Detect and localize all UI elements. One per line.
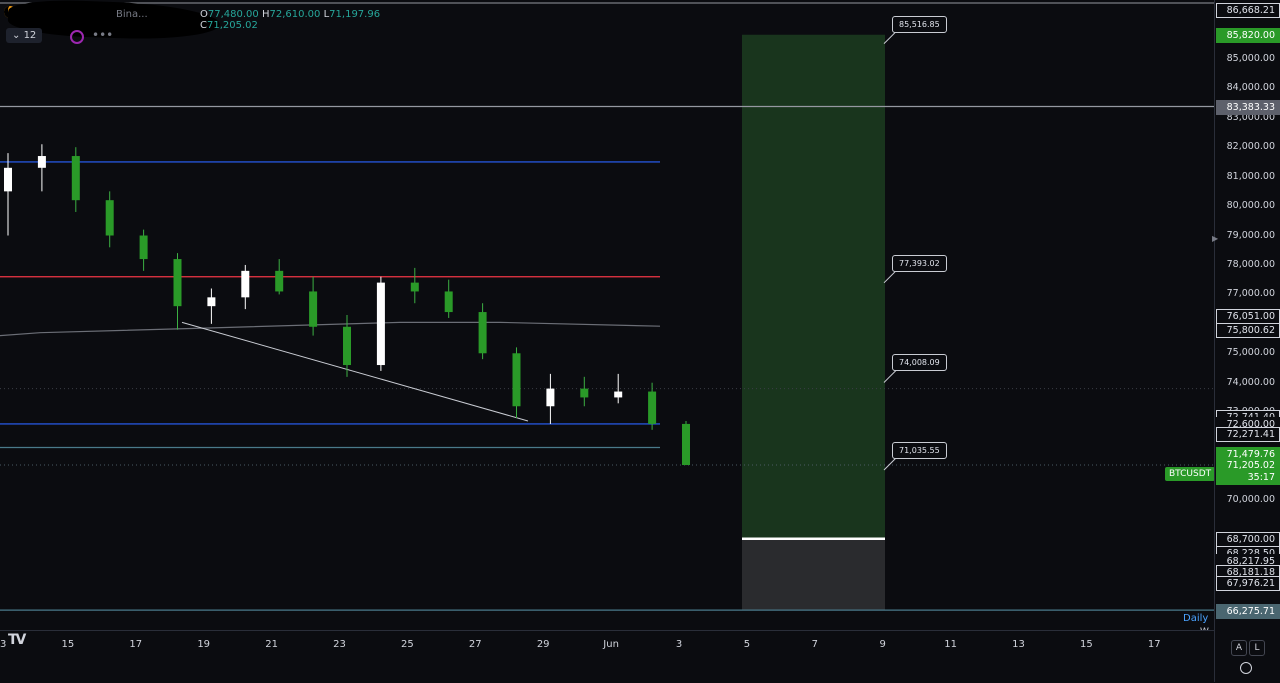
candle-body-16 [546,388,555,407]
candle-body-1 [37,156,46,168]
tradingview-logo-icon[interactable]: TV [8,632,26,648]
price-axis[interactable]: 70,000.0073,000.0074,000.0075,000.0077,0… [1214,0,1280,682]
moving-average-line [0,321,661,337]
price-axis-badge: 85,820.00 [1216,28,1280,44]
date-tick-label: 17 [129,639,143,650]
date-tick-label: 23 [333,639,346,650]
low-value: 71,197.96 [329,9,381,20]
candle-body-18 [614,391,623,398]
sync-icon[interactable] [70,30,84,44]
price-tick-label: 82,000.00 [1226,141,1275,153]
price-axis-badge: 75,800.62 [1216,323,1280,339]
candle-body-3 [105,200,114,236]
axis-collapse-icon[interactable]: ▶ [1212,234,1218,243]
price-callout: 77,393.02 [892,254,947,272]
date-tick-label: 9 [879,639,886,650]
candle-body-19 [648,391,657,424]
log-scale-button[interactable]: L [1249,640,1265,656]
candle-body-9 [309,291,318,327]
date-tick-label: 15 [1080,639,1093,650]
ohlc-values: O77,480.00 H72,610.00 L71,197.96 C71,205… [200,9,440,31]
candle-body-6 [207,297,216,307]
price-axis-badge: 68,700.00 [1216,532,1280,548]
price-axis-badge: 83,383.33 [1216,99,1280,115]
candle-body-7 [241,270,250,298]
trend-line [181,321,529,422]
candle-body-15 [512,353,521,407]
date-tick-label: 29 [536,639,550,650]
candle-body-11 [376,282,385,366]
open-value: 77,480.00 [207,9,259,20]
date-tick-label: 21 [265,639,278,650]
candle-body-4 [139,235,148,260]
date-tick-label: 15 [61,639,75,650]
price-axis-badge: 76,051.00 [1216,308,1280,324]
price-tick-label: 79,000.00 [1226,229,1275,241]
price-tick-label: 75,000.00 [1226,347,1275,359]
profit-zone [742,34,885,539]
price-axis-badge: 67,976.21 [1216,576,1280,592]
price-axis-badge: 72,271.41 [1216,427,1280,443]
candle-body-10 [343,326,351,366]
date-tick-label: Jun [603,639,619,650]
date-tick-label: 11 [944,639,957,650]
time-axis[interactable]: 13 15 17 19 21 23 25 27 29 Jun 3 5 7 9 11 13 15 17 [0,630,1214,683]
symbol-text: Bina... [116,9,148,20]
date-tick-label: 13 [0,639,7,650]
date-tick-label: 7 [811,639,818,650]
auto-scale-button[interactable]: A [1231,640,1247,656]
date-tick-label: 17 [1147,639,1161,650]
price-tick-label: 78,000.00 [1226,258,1275,270]
price-callout: 85,516.85 [892,15,947,33]
date-tick-label: 3 [675,639,683,650]
candle-body-2 [71,156,80,201]
price-axis-badge: 35:17 [1216,470,1280,486]
timeframe-label: Daily [1183,613,1209,624]
candle-body-0 [4,167,12,192]
candle-body-5 [173,259,182,307]
high-value: 72,610.00 [269,9,321,20]
symbol-tag: BTCUSDT [1165,467,1216,481]
loss-zone [742,538,885,611]
close-value: 71,205.02 [206,20,258,31]
date-tick-label: 25 [401,639,414,650]
date-tick-label: 13 [1012,639,1025,650]
candle-body-8 [275,270,284,292]
price-tick-label: 85,000.00 [1226,52,1275,64]
chart-legend: Bina... O77,480.00 H72,610.00 L71,197.96… [0,0,440,44]
date-tick-label: 5 [743,639,751,650]
interval-chip[interactable]: ⌄ 12 [6,28,43,43]
date-tick-label: 19 [197,639,211,650]
candle-body-20 [682,423,690,465]
price-tick-label: 84,000.00 [1226,82,1275,94]
candle-body-14 [478,312,487,354]
more-icon[interactable]: ••• [92,28,113,42]
price-tick-label: 70,000.00 [1226,494,1275,506]
price-callout: 71,035.55 [892,441,947,459]
open-label: O [200,9,208,20]
price-callout: 74,008.09 [892,354,947,372]
price-tick-label: 77,000.00 [1226,288,1275,300]
price-axis-badge: 86,668.21 [1216,3,1280,19]
price-tick-label: 80,000.00 [1226,200,1275,212]
chart-svg[interactable] [0,0,1214,630]
settings-icon[interactable] [1240,662,1252,674]
price-axis-badge: 66,275.71 [1216,603,1280,619]
chart-canvas[interactable] [0,0,1214,630]
candle-body-13 [444,291,453,313]
candle-body-17 [580,388,589,398]
interval-value: 12 [23,30,37,41]
close-label: C [200,20,207,31]
price-tick-label: 81,000.00 [1226,170,1275,182]
candle-body-12 [410,282,419,292]
date-tick-label: 27 [468,639,482,650]
high-label: H [261,9,270,20]
price-tick-label: 74,000.00 [1226,376,1275,388]
